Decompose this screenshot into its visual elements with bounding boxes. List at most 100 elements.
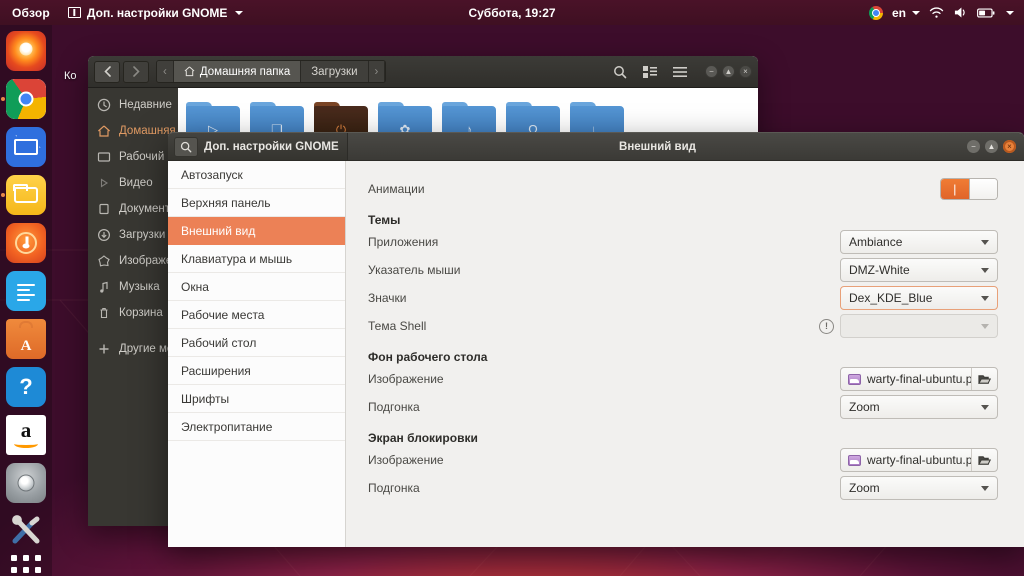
chevron-right-icon — [132, 66, 140, 77]
sidebar-item-windows[interactable]: Окна — [168, 273, 345, 301]
applications-theme-dropdown[interactable]: Ambiance — [840, 230, 998, 254]
tweaks-headerbar: Доп. настройки GNOME Внешний вид − ▲ × — [168, 133, 1024, 161]
breadcrumb-scroll-left[interactable]: ‹ — [157, 61, 174, 82]
sidebar-item-extensions[interactable]: Расширения — [168, 357, 345, 385]
volume-icon[interactable] — [953, 6, 968, 19]
dock-item-rhythmbox[interactable] — [6, 223, 46, 263]
search-button[interactable] — [607, 61, 633, 83]
background-adjustment-dropdown[interactable]: Zoom — [840, 395, 998, 419]
view-options-button[interactable] — [637, 61, 663, 83]
search-icon — [614, 65, 627, 78]
back-button[interactable] — [94, 60, 120, 83]
dock-item-firefox[interactable] — [6, 31, 46, 71]
row-background-adjustment: Подгонка Zoom — [368, 393, 998, 421]
animations-toggle[interactable]: | — [940, 178, 998, 200]
tools-icon — [6, 511, 46, 551]
sidebar-item-home[interactable]: Домашняя папка — [88, 118, 209, 144]
launcher-dock: A ? a — [0, 25, 52, 576]
dropdown-value: Zoom — [849, 481, 880, 495]
camera-icon — [6, 463, 46, 503]
show-applications-button[interactable] — [6, 555, 46, 576]
sidebar-item-keyboard-mouse[interactable]: Клавиатура и мышь — [168, 245, 345, 273]
input-source-indicator[interactable]: en — [892, 6, 920, 20]
folder-open-icon[interactable] — [971, 449, 997, 471]
sidebar-item-workspaces[interactable]: Рабочие места — [168, 301, 345, 329]
gnome-tweaks-window[interactable]: Доп. настройки GNOME Внешний вид − ▲ × А… — [168, 132, 1024, 547]
sidebar-item-label: Внешний вид — [181, 223, 256, 238]
dock-item-files[interactable] — [1, 175, 46, 215]
maximize-button[interactable]: ▲ — [722, 65, 735, 78]
sidebar-item-music[interactable]: Музыка — [88, 274, 178, 300]
sidebar-item-appearance[interactable]: Внешний вид — [168, 217, 345, 245]
sidebar-item-label: Корзина — [119, 307, 163, 319]
dropdown-value: Ambiance — [849, 235, 903, 249]
dock-item-thunderbird[interactable] — [6, 127, 46, 167]
wifi-icon[interactable] — [929, 6, 944, 19]
file-name: warty-final-ubuntu.png — [867, 453, 971, 467]
maximize-button[interactable]: ▲ — [985, 140, 998, 153]
desktop-icon-label[interactable]: Ко — [64, 70, 77, 82]
main-menu-button[interactable] — [667, 61, 693, 83]
chevron-down-icon — [981, 323, 989, 329]
breadcrumb-label: Загрузки — [311, 65, 358, 78]
sidebar-item-desktop[interactable]: Рабочий стол — [88, 144, 191, 170]
breadcrumb-item-home[interactable]: Домашняя папка — [173, 61, 302, 82]
minimize-button[interactable]: − — [967, 140, 980, 153]
sidebar-item-downloads[interactable]: Загрузки — [88, 222, 178, 248]
sidebar-item-trash[interactable]: Корзина — [88, 300, 178, 326]
minimize-button[interactable]: − — [705, 65, 718, 78]
row-animations: Анимации | — [368, 175, 998, 203]
dock-item-amazon[interactable]: a — [6, 415, 46, 455]
chevron-down-icon — [981, 267, 989, 273]
breadcrumb-scroll-right[interactable]: › — [368, 61, 386, 82]
applications-label: Приложения — [368, 235, 439, 249]
sidebar-item-label: Рабочий стол — [181, 335, 257, 350]
breadcrumb-item-downloads[interactable]: Загрузки — [301, 61, 369, 82]
sidebar-item-power[interactable]: Электропитание — [168, 413, 345, 441]
forward-button[interactable] — [123, 60, 149, 83]
documents-icon — [99, 203, 109, 215]
row-icon-theme: Значки Dex_KDE_Blue — [368, 284, 998, 312]
sidebar-item-videos[interactable]: Видео — [88, 170, 178, 196]
sidebar-item-label: Окна — [181, 279, 209, 294]
breadcrumb-label: Домашняя папка — [199, 65, 291, 78]
sidebar-item-fonts[interactable]: Шрифты — [168, 385, 345, 413]
cursor-theme-dropdown[interactable]: DMZ-White — [840, 258, 998, 282]
chrome-tray-icon[interactable] — [868, 5, 883, 20]
sidebar-item-documents[interactable]: Документы — [88, 196, 178, 222]
lock-adjustment-dropdown[interactable]: Zoom — [840, 476, 998, 500]
sidebar-item-top-bar[interactable]: Верхняя панель — [168, 189, 345, 217]
lock-image-chooser[interactable]: warty-final-ubuntu.png — [840, 448, 998, 472]
sidebar-item-label: Электропитание — [181, 419, 273, 434]
folder-open-icon[interactable] — [971, 368, 997, 390]
dock-item-camera[interactable] — [6, 463, 46, 503]
dock-item-writer[interactable] — [6, 271, 46, 311]
search-button[interactable] — [174, 136, 198, 157]
help-icon: ? — [6, 367, 46, 407]
sidebar-item-desktop[interactable]: Рабочий стол — [168, 329, 345, 357]
pictures-icon — [98, 255, 110, 267]
close-button[interactable]: × — [1003, 140, 1016, 153]
warning-icon[interactable]: ! — [819, 318, 834, 334]
close-button[interactable]: × — [739, 65, 752, 78]
icons-label: Значки — [368, 291, 407, 305]
battery-icon[interactable] — [977, 7, 995, 19]
sidebar-item-pictures[interactable]: Изображения — [88, 248, 191, 274]
running-indicator — [1, 193, 5, 197]
top-bar: Обзор Доп. настройки GNOME Суббота, 19:2… — [0, 0, 1024, 25]
music-icon — [100, 281, 108, 293]
minimize-icon: − — [709, 67, 714, 76]
icons-theme-dropdown[interactable]: Dex_KDE_Blue — [840, 286, 998, 310]
background-image-chooser[interactable]: warty-final-ubuntu.png — [840, 367, 998, 391]
sidebar-item-other-locations[interactable]: Другие места — [88, 336, 191, 362]
dock-item-chrome[interactable] — [1, 79, 46, 119]
system-menu-chevron-down-icon[interactable] — [1006, 10, 1014, 15]
sidebar-item-startup[interactable]: Автозапуск — [168, 161, 345, 189]
row-background-image: Изображение warty-final-ubuntu.png — [368, 365, 998, 393]
shell-label: Тема Shell — [368, 319, 427, 333]
window-title-left: Доп. настройки GNOME — [204, 140, 339, 153]
dock-item-tools[interactable] — [6, 511, 46, 551]
sidebar-item-recent[interactable]: Недавние — [88, 92, 178, 118]
dock-item-help[interactable]: ? — [6, 367, 46, 407]
dock-item-software[interactable]: A — [6, 319, 46, 359]
